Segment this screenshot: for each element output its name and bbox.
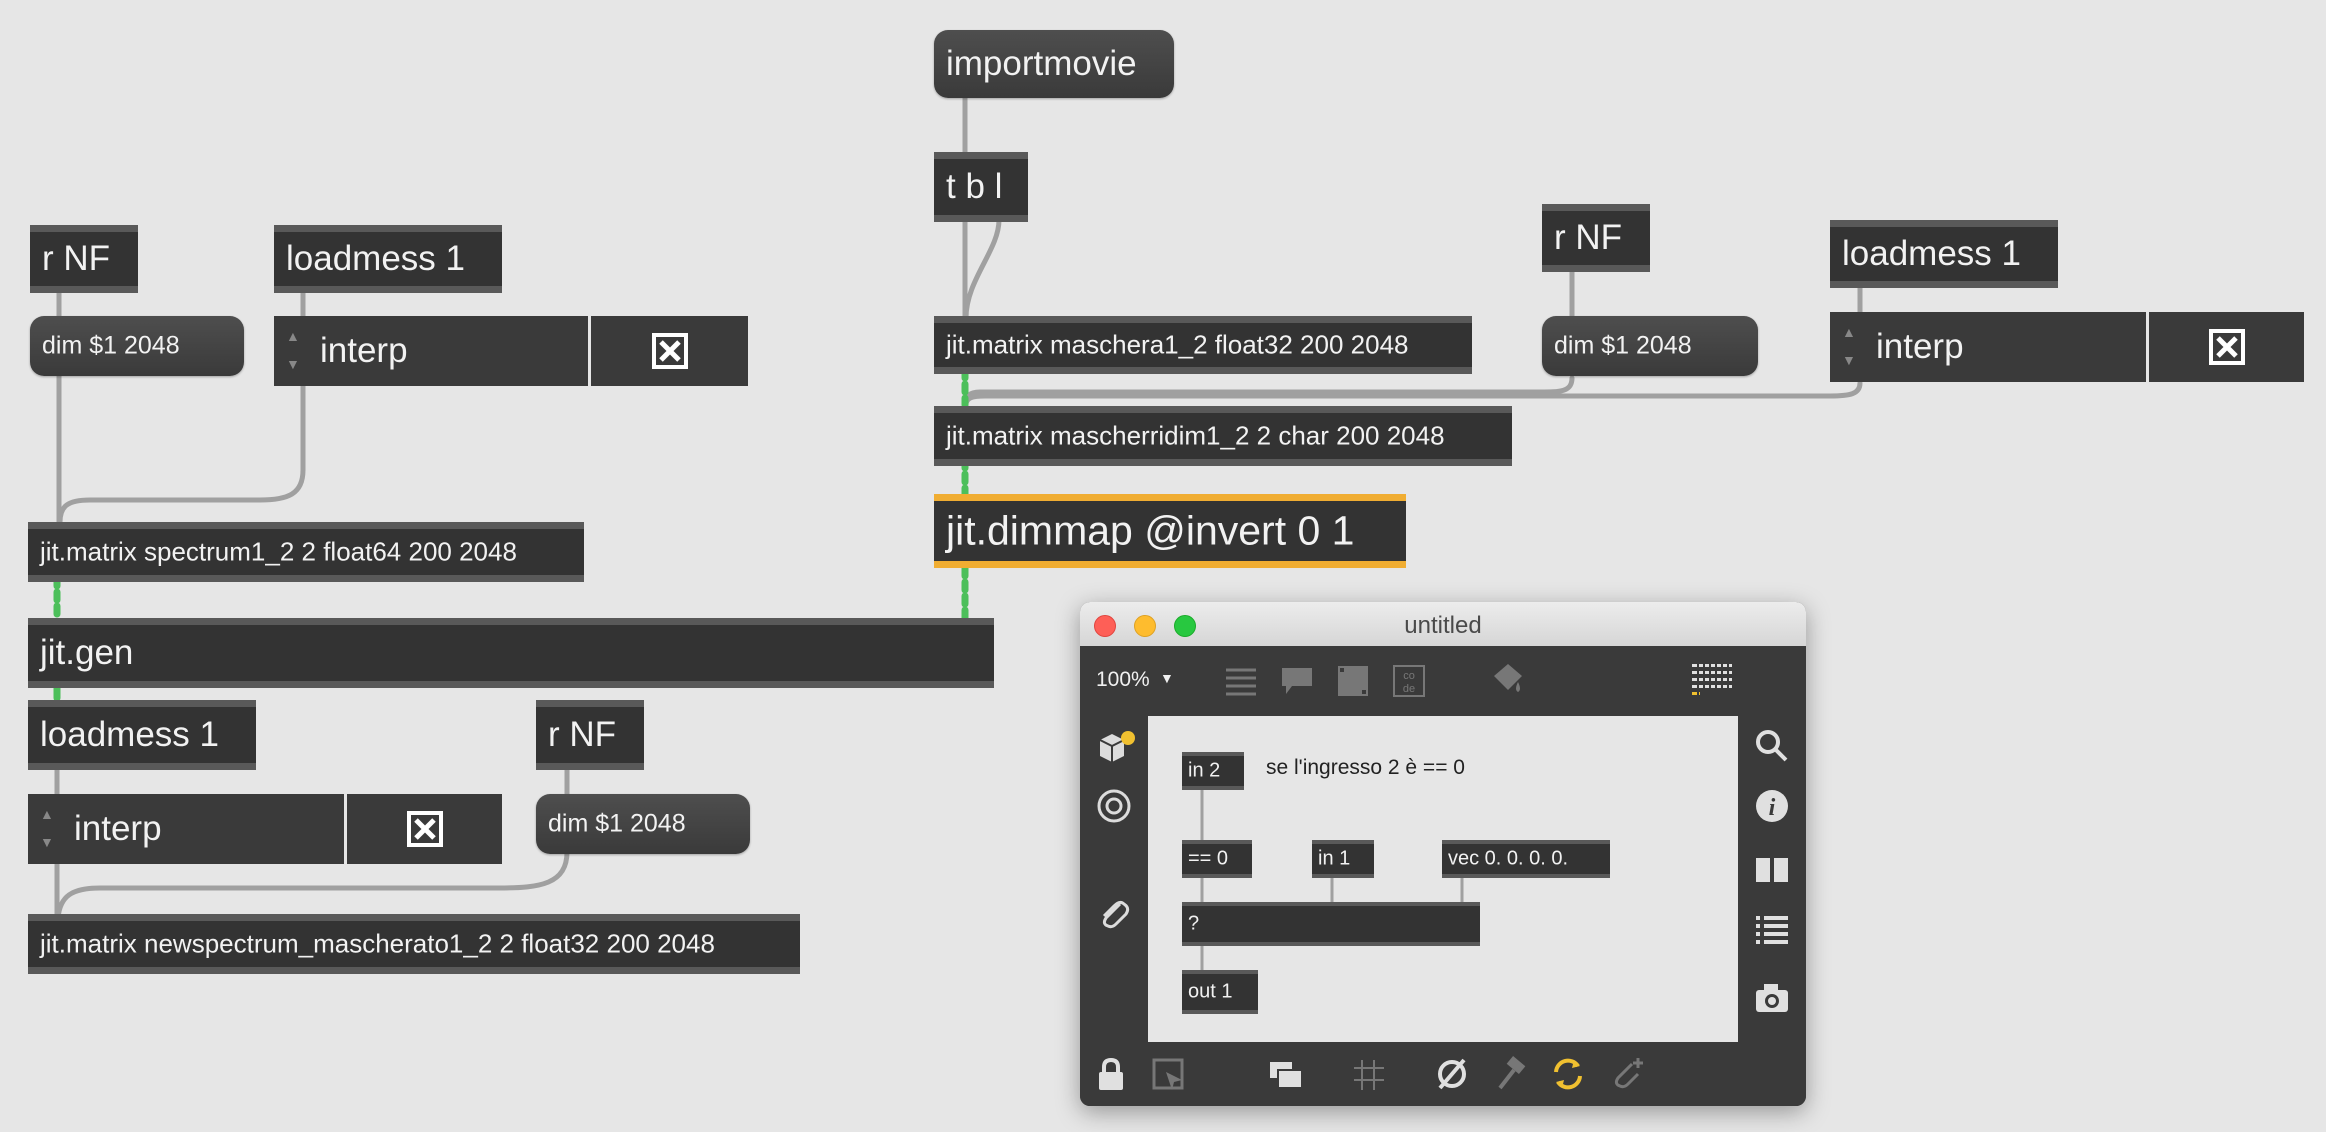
subpatch-canvas[interactable]: in 2 se l'ingresso 2 è == 0 == 0 in 1 ve…	[1148, 716, 1738, 1042]
svg-text:i: i	[1769, 795, 1776, 821]
up-arrow-icon: ▲	[1842, 324, 1856, 340]
jit-matrix-newspectrum[interactable]: jit.matrix newspectrum_mascherato1_2 2 f…	[28, 914, 800, 974]
build-hammer-icon[interactable]	[1494, 1056, 1528, 1092]
paint-bucket-icon[interactable]	[1488, 662, 1528, 698]
reference-book-icon[interactable]	[1754, 854, 1790, 884]
grid-icon[interactable]	[1352, 1058, 1386, 1092]
presentation-mode-icon[interactable]	[1152, 1058, 1188, 1092]
toggle-left[interactable]	[588, 316, 748, 386]
comment-icon[interactable]	[1280, 666, 1314, 696]
interp-numbox-right[interactable]: ▲ ▼ interp	[1830, 312, 2146, 382]
object-palette-icon[interactable]	[1224, 664, 1258, 698]
loadmess-right[interactable]: loadmess 1	[1830, 220, 2058, 288]
toggle-right[interactable]	[2146, 312, 2304, 382]
window-titlebar[interactable]: untitled	[1080, 602, 1806, 647]
toggle-bottom[interactable]	[344, 794, 502, 864]
cord	[57, 381, 306, 525]
package-manager-icon[interactable]	[1096, 728, 1136, 768]
chevron-down-icon[interactable]: ▼	[1160, 670, 1174, 686]
new-view-icon[interactable]	[1268, 1060, 1304, 1090]
interp-numbox-bottom[interactable]: ▲ ▼ interp	[28, 794, 344, 864]
dim-message-right[interactable]: dim $1 2048	[1542, 316, 1758, 376]
jit-gen-object[interactable]: jit.gen	[28, 618, 994, 688]
interp-numbox-left[interactable]: ▲ ▼ interp	[274, 316, 588, 386]
loadmess-left[interactable]: loadmess 1	[274, 225, 502, 293]
patcher-toolbar: 100% ▼ co de	[1080, 646, 1806, 716]
cord	[962, 375, 1575, 408]
svg-text:de: de	[1403, 683, 1415, 695]
up-arrow-icon: ▲	[286, 328, 300, 344]
lock-icon[interactable]	[1096, 1058, 1126, 1092]
presentation-box-icon[interactable]	[1336, 664, 1370, 698]
camera-icon[interactable]	[1754, 980, 1790, 1016]
svg-text:co: co	[1403, 670, 1415, 682]
cord	[963, 217, 1002, 321]
search-icon[interactable]	[1754, 728, 1790, 764]
subpatch-cords	[1200, 790, 1464, 970]
loadmess-bottom[interactable]: loadmess 1	[28, 700, 256, 770]
receive-nf-bottom[interactable]: r NF	[536, 700, 644, 770]
add-attachment-icon[interactable]	[1610, 1056, 1646, 1092]
bottom-toolbar	[1080, 1042, 1806, 1106]
paperclip-icon[interactable]	[1096, 896, 1132, 932]
receive-nf-left[interactable]: r NF	[30, 225, 138, 293]
receive-nf-right[interactable]: r NF	[1542, 204, 1650, 272]
checked-toggle-icon	[2208, 329, 2245, 365]
jit-matrix-spectrum[interactable]: jit.matrix spectrum1_2 2 float64 200 204…	[28, 522, 584, 582]
checked-toggle-icon	[651, 333, 688, 369]
zoom-level[interactable]: 100%	[1096, 668, 1150, 692]
checked-toggle-icon	[406, 811, 443, 847]
importmovie-message[interactable]: importmovie	[934, 30, 1174, 98]
subpatcher-window[interactable]: untitled 100% ▼ co de in 2 se l'ingresso …	[1080, 602, 1806, 1106]
dim-message-left[interactable]: dim $1 2048	[30, 316, 244, 376]
list-icon[interactable]	[1754, 912, 1790, 948]
target-icon[interactable]	[1096, 788, 1132, 824]
patcher-canvas[interactable]: importmovie t b l r NF loadmess 1 dim $1…	[0, 0, 2326, 1132]
mute-audio-icon[interactable]	[1434, 1056, 1470, 1092]
refresh-icon[interactable]	[1550, 1056, 1586, 1092]
left-sidebar	[1080, 716, 1148, 1042]
cord	[963, 380, 1863, 408]
window-title: untitled	[1404, 612, 1482, 639]
grid-keyboard-icon[interactable]	[1690, 662, 1734, 698]
jit-matrix-maschera[interactable]: jit.matrix maschera1_2 float32 200 2048	[934, 316, 1472, 374]
right-sidebar: i	[1738, 716, 1806, 1042]
trigger-object[interactable]: t b l	[934, 152, 1028, 222]
down-arrow-icon: ▼	[286, 356, 300, 372]
code-icon[interactable]: code	[1392, 664, 1426, 698]
up-arrow-icon: ▲	[40, 806, 54, 822]
info-icon[interactable]: i	[1754, 788, 1790, 824]
dim-message-bottom[interactable]: dim $1 2048	[536, 794, 750, 854]
down-arrow-icon: ▼	[1842, 352, 1856, 368]
jit-matrix-mascherridim[interactable]: jit.matrix mascherridim1_2 2 char 200 20…	[934, 406, 1512, 466]
jit-dimmap-object[interactable]: jit.dimmap @invert 0 1	[934, 494, 1406, 568]
down-arrow-icon: ▼	[40, 834, 54, 850]
